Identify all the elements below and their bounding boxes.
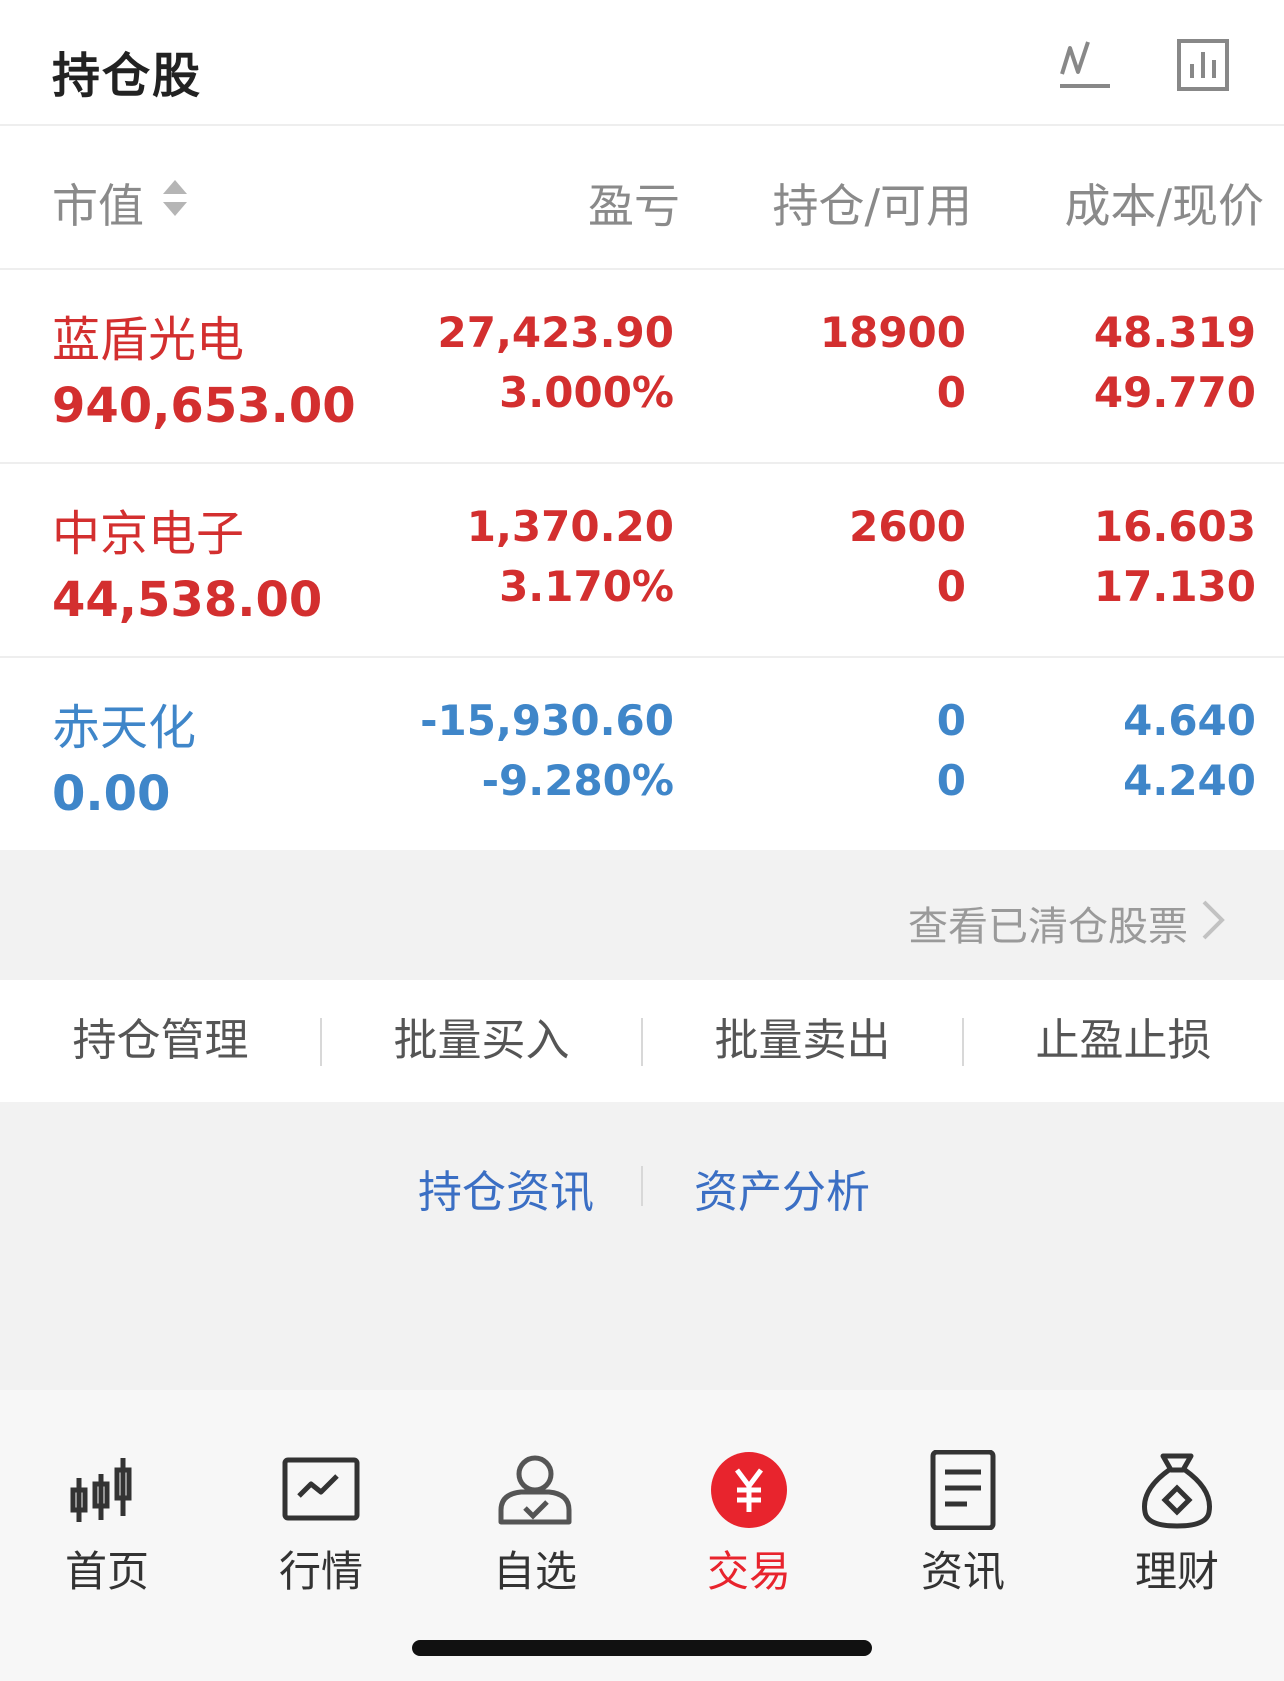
available-quantity: 0 [936, 562, 966, 611]
profit-loss-amount: 27,423.90 [437, 308, 674, 357]
cleared-stocks-link[interactable]: 查看已清仓股票 [908, 894, 1188, 952]
column-profit-loss: 盈亏 [588, 179, 680, 233]
current-price: 49.770 [1093, 368, 1256, 417]
column-position-available: 持仓/可用 [772, 179, 973, 233]
current-price: 17.130 [1093, 562, 1256, 611]
profit-loss-percent: -9.280% [481, 756, 674, 805]
holding-row[interactable]: 赤天化 0.00 -15,930.60 -9.280% 0 0 4.640 4.… [0, 658, 1284, 850]
cost-price: 16.603 [1093, 502, 1256, 551]
header: 持仓股 [0, 0, 1284, 126]
tab-label: 首页 [64, 1547, 149, 1596]
holdings-news-link[interactable]: 持仓资讯 [418, 1156, 594, 1220]
profit-loss-percent: 3.170% [499, 562, 674, 611]
tab-label: 自选 [492, 1547, 577, 1596]
tab-trade[interactable]: 交易 [642, 1390, 856, 1600]
tab-label: 行情 [278, 1547, 363, 1596]
available-quantity: 0 [936, 756, 966, 805]
candlestick-icon [70, 1458, 132, 1522]
profit-loss-amount: -15,930.60 [420, 696, 674, 745]
bottom-tab-bar: 首页 行情 自选 交易 资讯 理财 [0, 1390, 1284, 1681]
tab-wealth[interactable]: 理财 [1070, 1390, 1284, 1600]
tab-label: 资讯 [920, 1547, 1005, 1596]
batch-sell-button[interactable]: 批量卖出 [642, 980, 963, 1102]
batch-buy-button[interactable]: 批量买入 [321, 980, 642, 1102]
current-price: 4.240 [1123, 756, 1256, 805]
document-icon [930, 1450, 996, 1530]
trend-chart-icon[interactable] [1054, 34, 1116, 96]
holding-row[interactable]: 中京电子 44,538.00 1,370.20 3.170% 2600 0 16… [0, 464, 1284, 658]
tab-watchlist[interactable]: 自选 [428, 1390, 642, 1600]
position-quantity: 2600 [849, 502, 966, 551]
stock-name: 赤天化 [52, 700, 197, 756]
stock-name: 中京电子 [52, 506, 245, 562]
holdings-column-header: 市值 盈亏 持仓/可用 成本/现价 [0, 126, 1284, 270]
sort-icon[interactable] [160, 176, 190, 220]
user-check-icon [498, 1455, 572, 1525]
market-chart-icon [282, 1457, 360, 1521]
holding-links: 持仓资讯 资产分析 [0, 1102, 1284, 1232]
page-title: 持仓股 [52, 48, 203, 104]
position-management-button[interactable]: 持仓管理 [0, 980, 321, 1102]
money-bag-icon [1142, 1453, 1212, 1529]
chevron-right-icon [1202, 900, 1225, 940]
cost-price: 48.319 [1093, 308, 1256, 357]
profit-loss-amount: 1,370.20 [466, 502, 674, 551]
profit-loss-percent: 3.000% [499, 368, 674, 417]
position-actions-bar: 持仓管理 批量买入 批量卖出 止盈止损 [0, 980, 1284, 1102]
divider [641, 1166, 643, 1206]
tab-home[interactable]: 首页 [0, 1390, 214, 1600]
column-market-value[interactable]: 市值 [52, 170, 144, 236]
take-profit-stop-loss-button[interactable]: 止盈止损 [963, 980, 1284, 1102]
cost-price: 4.640 [1123, 696, 1256, 745]
position-quantity: 0 [936, 696, 966, 745]
market-value: 0.00 [52, 766, 171, 822]
home-indicator[interactable] [412, 1640, 872, 1656]
tab-label: 理财 [1134, 1547, 1219, 1596]
tab-market[interactable]: 行情 [214, 1390, 428, 1600]
yuan-icon [711, 1452, 787, 1528]
holding-row[interactable]: 蓝盾光电 940,653.00 27,423.90 3.000% 18900 0… [0, 270, 1284, 464]
bar-chart-icon[interactable] [1172, 34, 1234, 96]
position-quantity: 18900 [819, 308, 966, 357]
market-value: 940,653.00 [52, 378, 356, 434]
market-value: 44,538.00 [52, 572, 323, 628]
column-cost-price: 成本/现价 [1064, 179, 1265, 233]
tab-label: 交易 [706, 1547, 791, 1596]
cleared-stocks-section: 查看已清仓股票 [0, 854, 1284, 978]
asset-analysis-link[interactable]: 资产分析 [694, 1156, 870, 1220]
tab-news[interactable]: 资讯 [856, 1390, 1070, 1600]
available-quantity: 0 [936, 368, 966, 417]
stock-name: 蓝盾光电 [52, 312, 245, 368]
